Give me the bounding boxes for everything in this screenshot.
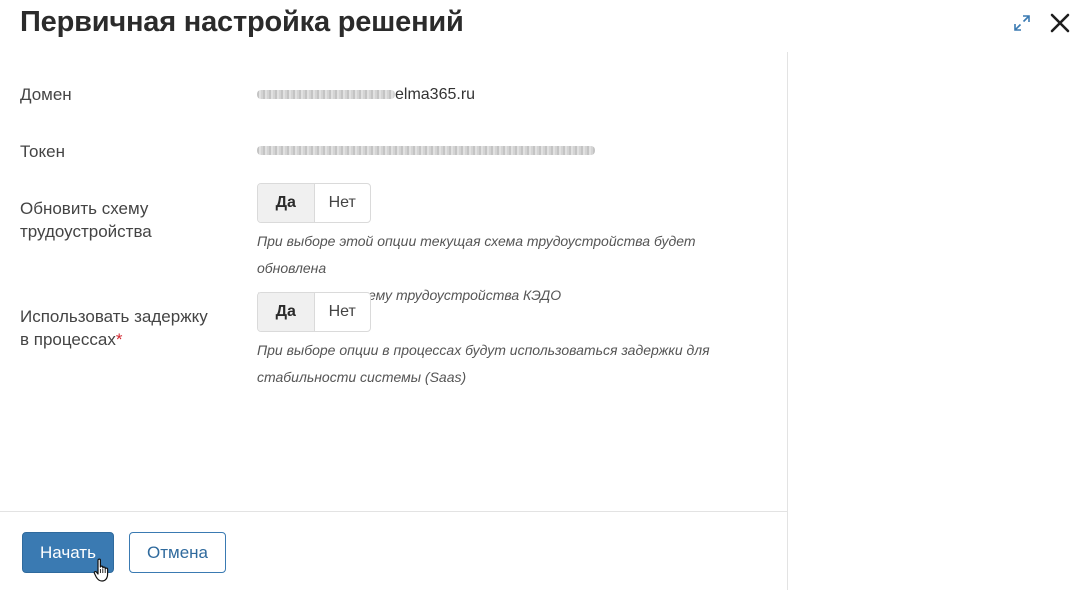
hint-line: При выборе опции в процессах будут испол…: [257, 342, 710, 358]
use-delay-label-line: в процессах*: [20, 328, 208, 351]
update-scheme-no-option[interactable]: Нет: [315, 184, 371, 222]
expand-icon[interactable]: [1013, 14, 1031, 32]
use-delay-label-line: Использовать задержку: [20, 307, 208, 326]
required-mark: *: [115, 330, 123, 349]
domain-label: Домен: [20, 85, 72, 104]
update-scheme-toggle: Да Нет: [257, 183, 371, 223]
use-delay-toggle: Да Нет: [257, 292, 371, 332]
update-scheme-label: Обновить схему трудоустройства: [20, 199, 152, 241]
footer-divider: [0, 511, 787, 512]
close-icon[interactable]: [1049, 12, 1071, 34]
masked-text: [257, 146, 595, 156]
use-delay-no-option[interactable]: Нет: [315, 293, 371, 331]
use-delay-hint: При выборе опции в процессах будут испол…: [257, 337, 767, 391]
token-value: [257, 141, 595, 161]
dialog-title: Первичная настройка решений: [20, 6, 464, 38]
side-panel-divider: [787, 52, 788, 590]
use-delay-label-text: в процессах: [20, 330, 116, 349]
domain-suffix: elma365.ru: [395, 86, 476, 103]
domain-value: elma365.ru: [257, 85, 475, 105]
hint-line: стабильности системы (Saas): [257, 369, 467, 385]
use-delay-yes-option[interactable]: Да: [258, 293, 315, 331]
hint-line: При выборе этой опции текущая схема труд…: [257, 233, 696, 276]
hand-pointer-icon: [93, 558, 109, 582]
use-delay-label: Использовать задержку в процессах*: [20, 305, 208, 351]
cancel-button[interactable]: Отмена: [129, 532, 226, 573]
update-scheme-yes-option[interactable]: Да: [258, 184, 315, 222]
settings-dialog: Первичная настройка решений Домен elma36…: [0, 0, 1086, 590]
masked-text: [257, 90, 395, 100]
token-label: Токен: [20, 142, 65, 161]
